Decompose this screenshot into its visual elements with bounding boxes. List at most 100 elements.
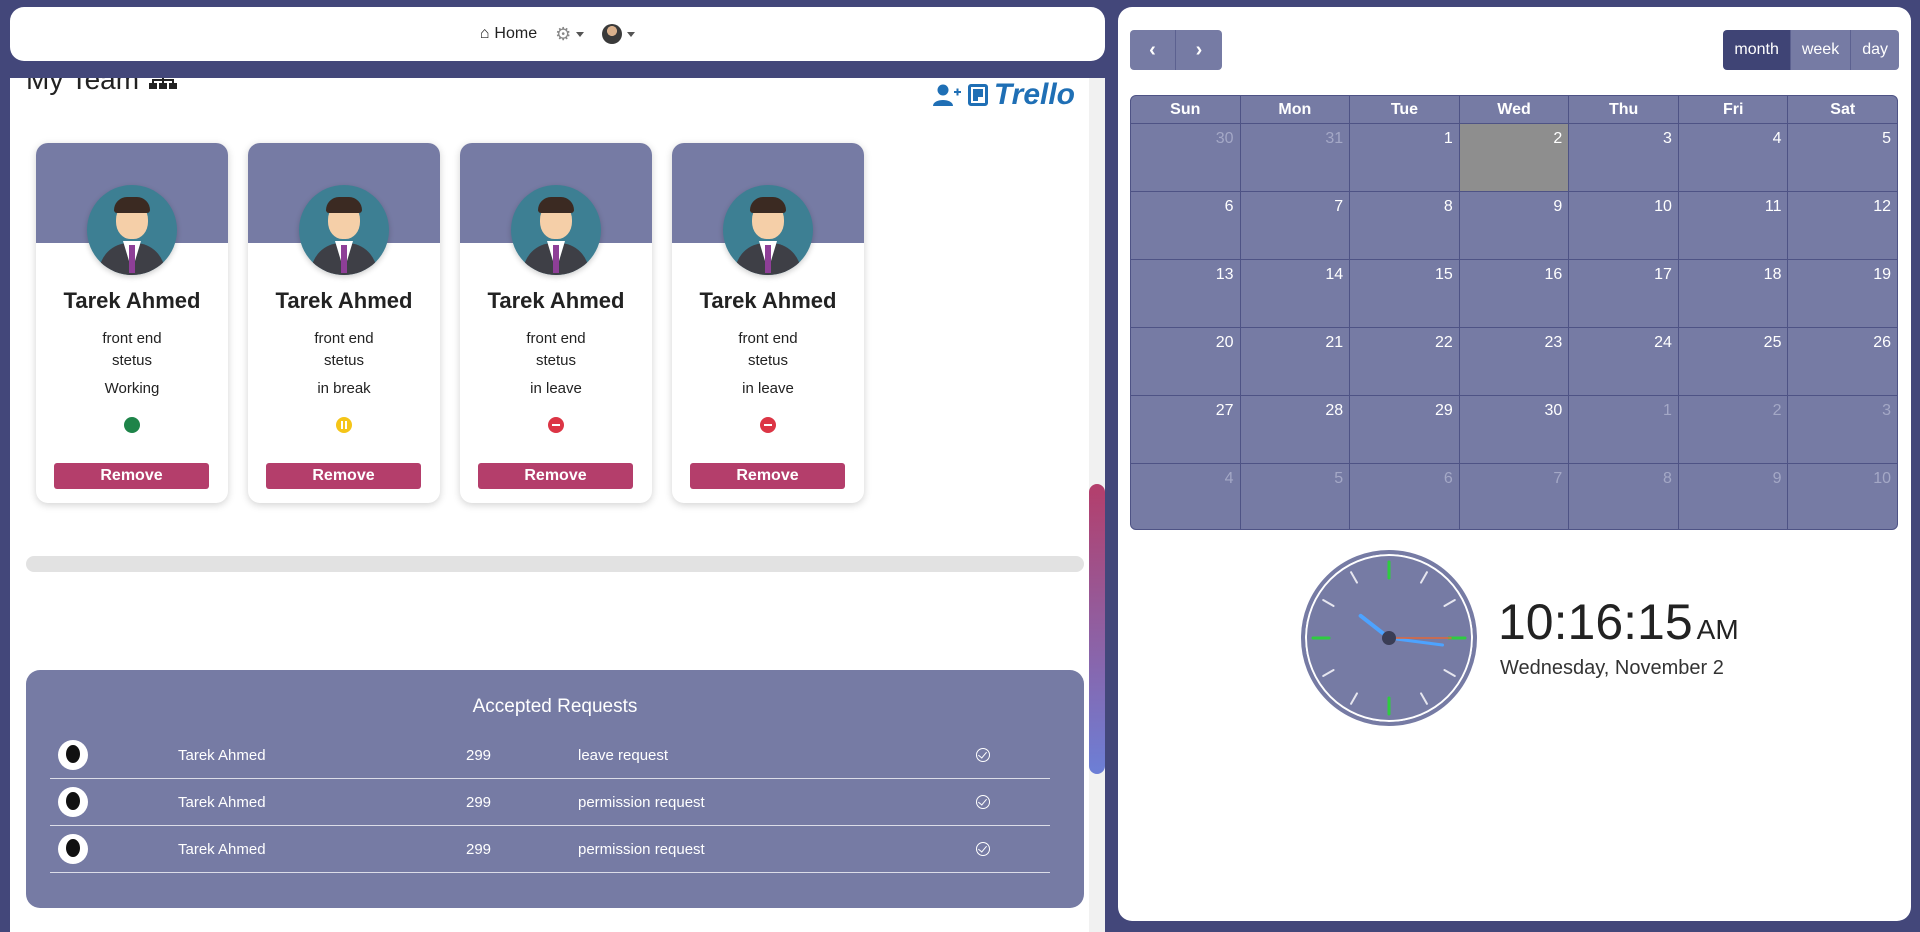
next-month-button[interactable]: › — [1176, 30, 1222, 70]
calendar-day[interactable]: 23 — [1460, 328, 1570, 395]
team-cards: Tarek Ahmed front end stetus Working Rem… — [36, 143, 864, 503]
analog-clock — [1301, 550, 1477, 726]
calendar-day[interactable]: 1 — [1569, 396, 1679, 463]
member-status: in leave — [742, 380, 794, 397]
calendar-day[interactable]: 21 — [1241, 328, 1351, 395]
accepted-requests-panel: Accepted Requests Tarek Ahmed 299 leave … — [26, 670, 1084, 908]
clock-tick — [1443, 599, 1456, 607]
table-row: Tarek Ahmed 299 permission request — [50, 779, 1050, 826]
nav-home[interactable]: ⌂ Home — [480, 25, 537, 43]
calendar-day[interactable]: 6 — [1350, 464, 1460, 529]
calendar-day[interactable]: 8 — [1350, 192, 1460, 259]
weekday-header: Sat — [1830, 101, 1856, 118]
calendar-day[interactable]: 24 — [1569, 328, 1679, 395]
calendar-day[interactable]: 29 — [1350, 396, 1460, 463]
team-panel: My Team Trello Tarek Ahmed front end ste… — [10, 78, 1105, 932]
horizontal-scrollbar[interactable] — [26, 556, 1084, 572]
calendar-day[interactable]: 20 — [1131, 328, 1241, 395]
calendar-day[interactable]: 14 — [1241, 260, 1351, 327]
member-role: front end stetus — [460, 328, 652, 372]
digital-time: 10:16:15 — [1498, 594, 1693, 650]
calendar-day-today[interactable]: 2 — [1459, 124, 1570, 191]
digital-ampm: AM — [1696, 614, 1739, 645]
calendar-day[interactable]: 12 — [1788, 192, 1897, 259]
calendar-day[interactable]: 4 — [1131, 464, 1241, 529]
calendar-day[interactable]: 22 — [1350, 328, 1460, 395]
member-status-label: stetus — [111, 352, 153, 369]
avatar — [58, 787, 88, 817]
calendar-week-row: 20 21 22 23 24 25 26 — [1131, 328, 1897, 396]
remove-member-button[interactable]: Remove — [54, 463, 209, 489]
request-type: leave request — [578, 746, 669, 764]
calendar-day[interactable]: 11 — [1679, 192, 1789, 259]
calendar-day[interactable]: 31 — [1241, 124, 1351, 191]
calendar-day[interactable]: 27 — [1131, 396, 1241, 463]
member-status-label: stetus — [323, 352, 365, 369]
calendar-day[interactable]: 4 — [1679, 124, 1789, 191]
calendar-day[interactable]: 10 — [1569, 192, 1679, 259]
calendar-day[interactable]: 8 — [1569, 464, 1679, 529]
check-circle-icon[interactable] — [976, 842, 990, 856]
calendar-day[interactable]: 1 — [1350, 124, 1460, 191]
avatar — [299, 185, 389, 275]
remove-member-button[interactable]: Remove — [690, 463, 845, 489]
check-circle-icon[interactable] — [976, 795, 990, 809]
request-employee-name: Tarek Ahmed — [178, 746, 266, 764]
calendar-day[interactable]: 5 — [1241, 464, 1351, 529]
calendar-day[interactable]: 9 — [1460, 192, 1570, 259]
vertical-scrollbar-thumb[interactable] — [1089, 484, 1105, 774]
calendar-week-row: 6 7 8 9 10 11 12 — [1131, 192, 1897, 260]
chevron-down-icon — [627, 31, 636, 37]
remove-member-button[interactable]: Remove — [478, 463, 633, 489]
calendar-day[interactable]: 5 — [1788, 124, 1897, 191]
calendar-day[interactable]: 10 — [1788, 464, 1897, 529]
member-name: Tarek Ahmed — [699, 288, 837, 313]
digital-clock: 10:16:15 AM — [1498, 593, 1739, 651]
calendar-day[interactable]: 3 — [1788, 396, 1897, 463]
calendar-day[interactable]: 25 — [1679, 328, 1789, 395]
avatar — [58, 834, 88, 864]
calendar-day[interactable]: 9 — [1679, 464, 1789, 529]
weekday-header: Tue — [1350, 96, 1460, 123]
remove-member-button[interactable]: Remove — [266, 463, 421, 489]
settings-dropdown[interactable]: ⚙ — [555, 24, 585, 45]
trello-link[interactable]: Trello — [932, 78, 1075, 112]
user-dropdown[interactable] — [602, 24, 636, 44]
member-name: Tarek Ahmed — [275, 288, 413, 313]
calendar-day[interactable]: 3 — [1569, 124, 1679, 191]
request-number: 299 — [466, 840, 492, 858]
clock-tick — [1322, 669, 1335, 677]
calendar-day[interactable]: 17 — [1569, 260, 1679, 327]
calendar-day[interactable]: 18 — [1679, 260, 1789, 327]
calendar-day[interactable]: 15 — [1350, 260, 1460, 327]
clock-tick — [1322, 599, 1335, 607]
request-type: permission request — [578, 793, 705, 811]
calendar-day[interactable]: 28 — [1241, 396, 1351, 463]
check-circle-icon[interactable] — [976, 748, 990, 762]
view-switcher: month week day — [1723, 30, 1899, 70]
team-member-card: Tarek Ahmed front end stetus in leave Re… — [672, 143, 864, 503]
calendar-day[interactable]: 7 — [1460, 464, 1570, 529]
chevron-down-icon — [576, 31, 585, 37]
member-role-text: front end — [526, 330, 586, 347]
view-month-button[interactable]: month — [1723, 30, 1790, 70]
view-day-button[interactable]: day — [1850, 30, 1899, 70]
calendar-day[interactable]: 19 — [1788, 260, 1897, 327]
nav-home-label: Home — [494, 25, 538, 42]
status-icon — [336, 417, 352, 433]
calendar-day[interactable]: 30 — [1131, 124, 1241, 191]
request-number: 299 — [466, 793, 492, 811]
calendar-day[interactable]: 6 — [1131, 192, 1241, 259]
table-row: Tarek Ahmed 299 permission request — [50, 826, 1050, 873]
calendar-day[interactable]: 13 — [1131, 260, 1241, 327]
calendar-day[interactable]: 7 — [1241, 192, 1351, 259]
calendar-day[interactable]: 30 — [1460, 396, 1570, 463]
calendar-day[interactable]: 2 — [1679, 396, 1789, 463]
prev-month-button[interactable]: ‹ — [1130, 30, 1176, 70]
calendar-day[interactable]: 16 — [1460, 260, 1570, 327]
view-week-button[interactable]: week — [1789, 30, 1851, 70]
member-status: in break — [317, 380, 371, 397]
calendar-day[interactable]: 26 — [1788, 328, 1897, 395]
member-status-label: stetus — [535, 352, 577, 369]
org-chart-icon — [149, 78, 178, 89]
